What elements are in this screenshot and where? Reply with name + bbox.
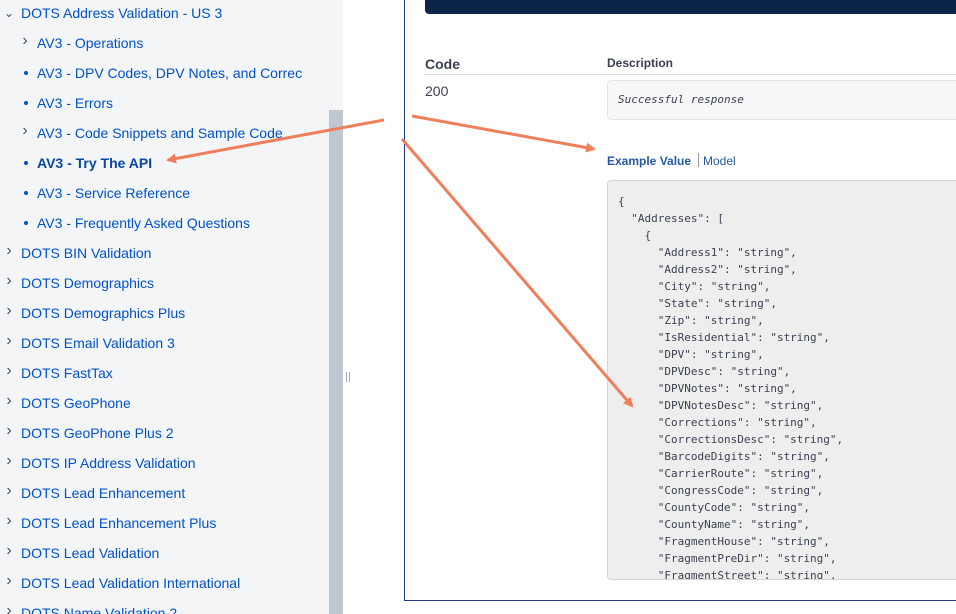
chevron-down-icon[interactable]: ⌄ [4, 1, 14, 25]
sidebar-item-label: AV3 - DPV Codes, DPV Notes, and Correc [37, 65, 303, 81]
tab-example-value[interactable]: Example Value [607, 154, 691, 168]
chevron-right-icon[interactable]: › [4, 479, 14, 503]
chevron-right-icon[interactable]: › [4, 299, 14, 323]
chevron-right-icon[interactable]: › [20, 29, 30, 53]
sidebar-item-label: DOTS BIN Validation [21, 245, 152, 261]
sidebar-item-label: DOTS FastTax [21, 365, 113, 381]
bullet-icon [24, 101, 28, 105]
response-description-box: Successful response [607, 80, 956, 120]
example-json: { "Addresses": [ { "Address1": "string",… [618, 193, 844, 580]
code-line: "Address1": "string", [618, 246, 797, 259]
code-line: { [618, 229, 652, 242]
code-column-header: Code [425, 56, 460, 72]
code-line: "CarrierRoute": "string", [618, 467, 824, 480]
chevron-right-icon[interactable]: › [4, 329, 14, 353]
table-header-divider [425, 74, 956, 75]
bullet-icon [24, 191, 28, 195]
chevron-right-icon[interactable]: › [4, 569, 14, 593]
sidebar-item-label: DOTS GeoPhone Plus 2 [21, 425, 174, 441]
example-value-code-box[interactable]: { "Addresses": [ { "Address1": "string",… [607, 180, 956, 580]
chevron-right-icon[interactable]: › [4, 509, 14, 533]
description-column-header: Description [607, 56, 674, 70]
code-line: "State": "string", [618, 297, 777, 310]
code-line: "Corrections": "string", [618, 416, 817, 429]
sidebar-nav: ⌄ DOTS Address Validation - US 3 › AV3 - Op… [0, 0, 329, 614]
code-line: "CorrectionsDesc": "string", [618, 433, 844, 446]
code-line: "CongressCode": "string", [618, 484, 824, 497]
sidebar-item-label: DOTS Demographics Plus [21, 305, 186, 321]
bullet-icon [24, 221, 28, 225]
sidebar-item-label: DOTS Lead Validation [21, 545, 160, 561]
chevron-right-icon[interactable]: › [4, 539, 14, 563]
chevron-right-icon[interactable]: › [4, 239, 14, 263]
bullet-icon [24, 161, 28, 165]
code-line: "City": "string", [618, 280, 771, 293]
code-line: "CountyCode": "string", [618, 501, 811, 514]
code-line: "BarcodeDigits": "string", [618, 450, 830, 463]
code-line: "Zip": "string", [618, 314, 764, 327]
chevron-right-icon[interactable]: › [4, 449, 14, 473]
response-description: Successful response [618, 93, 744, 106]
bullet-icon [24, 71, 28, 75]
chevron-right-icon[interactable]: › [4, 419, 14, 443]
code-line: "CountyName": "string", [618, 518, 811, 531]
code-line: { [618, 195, 625, 208]
code-line: "FragmentHouse": "string", [618, 535, 830, 548]
sidebar-item-label: AV3 - Service Reference [37, 185, 191, 201]
chevron-right-icon[interactable]: › [4, 389, 14, 413]
sidebar-item-label: DOTS Email Validation 3 [21, 335, 175, 351]
sidebar-item-label: AV3 - Frequently Asked Questions [37, 215, 250, 231]
sidebar-item-label: AV3 - Code Snippets and Sample Code [37, 125, 283, 141]
sidebar-item-label: DOTS Name Validation 2 [21, 605, 178, 614]
chevron-right-icon[interactable]: › [4, 599, 14, 614]
code-line: "FragmentPreDir": "string", [618, 552, 837, 565]
code-line: "DPVNotesDesc": "string", [618, 399, 824, 412]
sidebar-item-label: DOTS Lead Validation International [21, 575, 241, 591]
code-line: "IsResidential": "string", [618, 331, 830, 344]
code-line: "DPVDesc": "string", [618, 365, 791, 378]
sidebar-item-label: AV3 - Try The API [37, 155, 153, 171]
chevron-right-icon[interactable]: › [4, 359, 14, 383]
sidebar-item-label: DOTS Lead Enhancement [21, 485, 186, 501]
tab-model[interactable]: Model [703, 154, 736, 168]
sidebar-item-label: DOTS GeoPhone [21, 395, 131, 411]
sidebar-item-label: DOTS Lead Enhancement Plus [21, 515, 217, 531]
code-line: "FragmentStreet": "string", [618, 569, 837, 580]
resize-handle-icon[interactable]: || [345, 370, 351, 384]
code-line: "DPV": "string", [618, 348, 764, 361]
sidebar-item-label: AV3 - Operations [37, 35, 144, 51]
sidebar-item-label: AV3 - Errors [37, 95, 113, 111]
execute-button[interactable] [425, 0, 956, 14]
chevron-right-icon[interactable]: › [20, 119, 30, 143]
code-line: "Address2": "string", [618, 263, 797, 276]
code-line: "Addresses": [ [618, 212, 724, 225]
tab-separator [698, 153, 699, 167]
sidebar-scrollbar-thumb[interactable] [329, 110, 343, 614]
sidebar-item-label: DOTS Demographics [21, 275, 155, 291]
chevron-right-icon[interactable]: › [4, 269, 14, 293]
response-code: 200 [425, 83, 449, 99]
sidebar-item-label: DOTS IP Address Validation [21, 455, 196, 471]
code-line: "DPVNotes": "string", [618, 382, 797, 395]
sidebar-item-label: DOTS Address Validation - US 3 [21, 5, 223, 21]
